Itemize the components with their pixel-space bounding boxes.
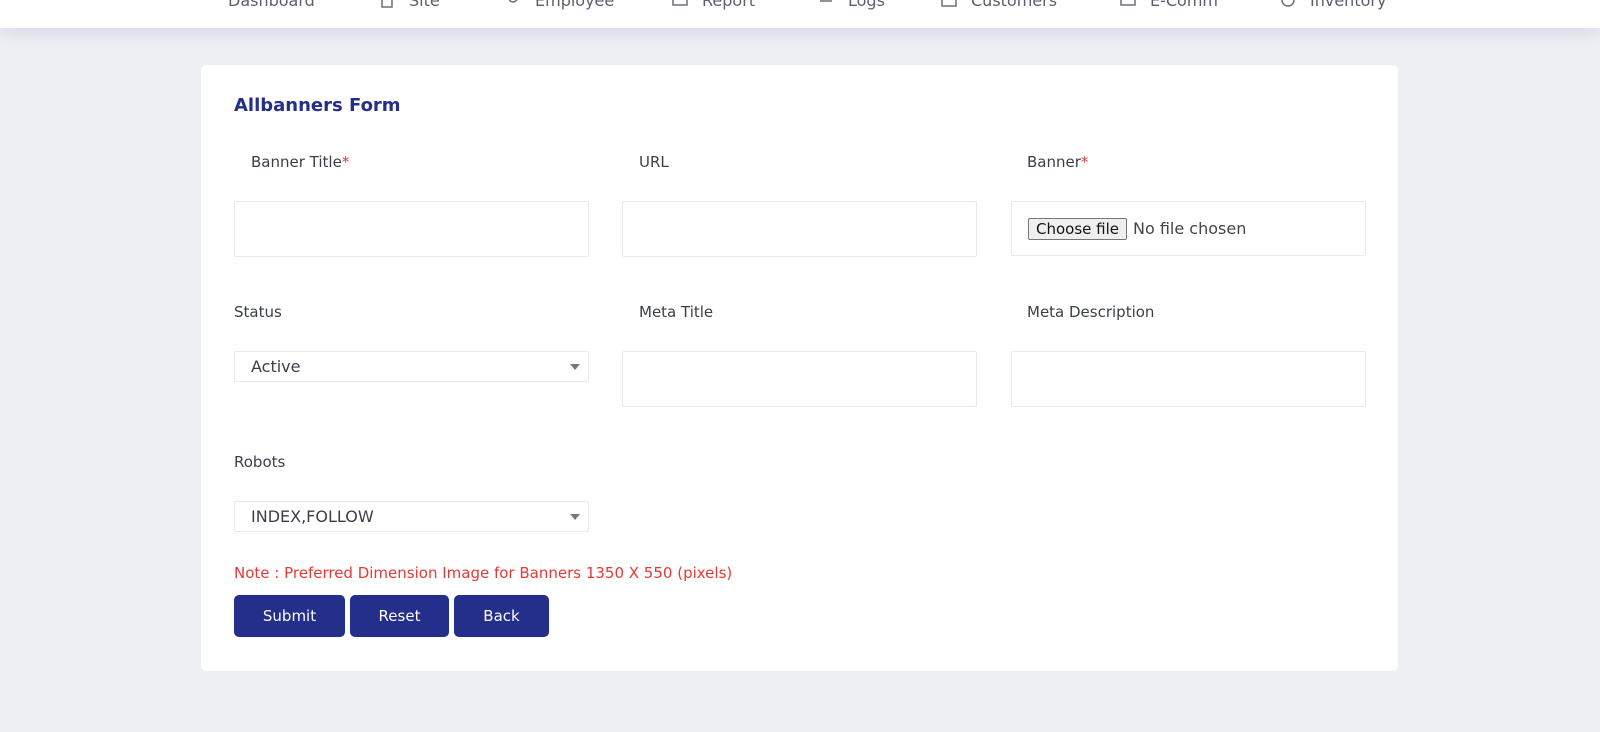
nav-logs[interactable]: Logs bbox=[818, 0, 885, 10]
required-mark: * bbox=[1080, 153, 1089, 171]
nav-customers[interactable]: Customers bbox=[941, 0, 1057, 10]
nav-dashboard-label: Dashboard bbox=[228, 0, 315, 10]
banner-label: Banner* bbox=[1027, 153, 1088, 171]
nav-site-label: Site bbox=[409, 0, 440, 10]
banner-title-label-text: Banner Title bbox=[251, 153, 342, 171]
nav-report-label: Report bbox=[702, 0, 756, 10]
choose-file-button[interactable]: Choose file bbox=[1028, 217, 1127, 240]
nav-ecomm-label: E-Comm bbox=[1150, 0, 1219, 10]
meta-title-input[interactable] bbox=[622, 351, 977, 407]
nav-inventory[interactable]: Inventory bbox=[1280, 0, 1386, 10]
banner-file-input: Choose file No file chosen bbox=[1011, 201, 1366, 256]
back-button[interactable]: Back bbox=[454, 595, 549, 637]
allbanners-form-card: Allbanners Form Banner Title* URL Banner… bbox=[201, 65, 1398, 671]
nav-employee[interactable]: Employee bbox=[505, 0, 614, 10]
user-icon bbox=[505, 0, 521, 8]
status-selected-value: Active bbox=[251, 357, 301, 376]
required-mark: * bbox=[341, 153, 350, 171]
users-icon bbox=[941, 0, 957, 8]
nav-employee-label: Employee bbox=[535, 0, 615, 10]
chevron-down-icon bbox=[570, 364, 580, 370]
top-navigation: Dashboard Site Employee Report Logs Cust… bbox=[0, 0, 1600, 28]
chevron-down-icon bbox=[570, 514, 580, 520]
nav-site[interactable]: Site bbox=[379, 0, 440, 10]
nav-customers-label: Customers bbox=[971, 0, 1058, 10]
meta-description-label: Meta Description bbox=[1027, 303, 1155, 321]
robots-select[interactable]: INDEX,FOLLOW bbox=[234, 501, 589, 532]
url-label: URL bbox=[639, 153, 669, 171]
status-label: Status bbox=[234, 303, 282, 321]
grid-icon bbox=[198, 0, 214, 8]
meta-title-label: Meta Title bbox=[639, 303, 714, 321]
nav-dashboard[interactable]: Dashboard bbox=[198, 0, 315, 10]
robots-label: Robots bbox=[234, 453, 286, 471]
file-status-text: No file chosen bbox=[1133, 219, 1247, 238]
submit-button[interactable]: Submit bbox=[234, 595, 345, 637]
list-icon bbox=[818, 0, 834, 8]
cart-icon bbox=[1120, 0, 1136, 8]
banner-label-text: Banner bbox=[1027, 153, 1081, 171]
nav-report[interactable]: Report bbox=[672, 0, 755, 10]
reset-button[interactable]: Reset bbox=[350, 595, 449, 637]
banner-title-input[interactable] bbox=[234, 201, 589, 257]
document-icon bbox=[379, 0, 395, 8]
url-input[interactable] bbox=[622, 201, 977, 257]
nav-ecomm[interactable]: E-Comm bbox=[1120, 0, 1218, 10]
meta-description-input[interactable] bbox=[1011, 351, 1366, 407]
chart-icon bbox=[672, 0, 688, 8]
dimension-note: Note : Preferred Dimension Image for Ban… bbox=[234, 564, 733, 582]
nav-inventory-label: Inventory bbox=[1310, 0, 1387, 10]
nav-logs-label: Logs bbox=[848, 0, 885, 10]
status-select[interactable]: Active bbox=[234, 351, 589, 382]
banner-title-label: Banner Title* bbox=[251, 153, 349, 171]
form-title: Allbanners Form bbox=[234, 95, 401, 116]
robots-selected-value: INDEX,FOLLOW bbox=[251, 507, 374, 526]
box-icon bbox=[1280, 0, 1296, 8]
